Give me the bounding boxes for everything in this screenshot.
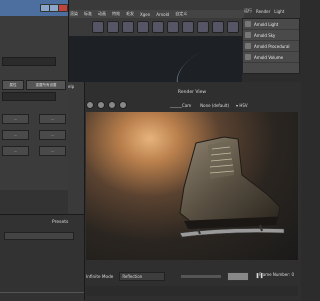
material-icon[interactable] [227,21,239,33]
menu-item-arnold-volume[interactable]: Arnold Volume [243,52,299,63]
arnold-light-menu: Arnold Light Arnold Sky Arnold Procedura… [242,18,300,74]
menu-item-label: Arnold Procedural [254,43,290,49]
grid-button[interactable]: … [2,114,29,124]
presets-label: Presets [52,220,69,225]
reset-all-button[interactable]: 重置所有设置 [26,80,66,90]
sky-icon [245,32,251,38]
volume-icon [245,54,251,60]
snapshot-icon[interactable] [108,101,116,109]
menu-item-arnold-procedural[interactable]: Arnold Procedural [243,41,299,52]
grid-button[interactable]: … [39,146,66,156]
divider [0,292,84,293]
render-footer [86,286,298,296]
cylinder-icon[interactable] [122,21,134,33]
sphere-icon[interactable] [92,21,104,33]
menu-item-label: Arnold Sky [254,32,276,38]
menu-label[interactable]: 运行 [244,8,252,14]
camera-icon[interactable] [152,21,164,33]
attr-button[interactable]: 属性 [2,80,24,90]
shelf-tab[interactable]: Xgen [140,12,150,17]
mode-dropdown[interactable]: Reflection [119,271,166,281]
menu-item-arnold-light[interactable]: Arnold Light [243,19,299,30]
dialog-grid: … … … … … … [2,114,66,162]
ipr-icon[interactable] [182,21,194,33]
presets-dropdown[interactable] [4,232,74,240]
presets-panel [0,214,84,301]
color-space-dropdown[interactable]: ▾ HSV [236,103,248,108]
shelf-tab[interactable]: 自定义 [175,11,187,17]
shelf-tabs: 渲染 标准 动画 特效 毛发 Xgen Arnold 自定义 [66,10,244,18]
zoom-icon[interactable] [119,101,127,109]
grid-button[interactable]: … [39,114,66,124]
render-icon[interactable] [167,21,179,33]
menu-item-arnold-sky[interactable]: Arnold Sky [243,30,299,41]
light-icon[interactable] [137,21,149,33]
refresh-icon[interactable] [86,101,94,109]
light-icon [245,21,251,27]
arnold-menu-header: 运行 Render Light [244,4,300,18]
render-view-title: Render View [177,90,207,95]
viewport-side-panel [68,82,84,214]
dialog-select[interactable] [2,92,56,101]
shelf-tab[interactable]: 标准 [84,11,92,17]
frame-number: Frame Number: 0 [259,272,294,277]
grid-button[interactable]: … [39,130,66,140]
shelf-tab[interactable]: 毛发 [126,11,134,17]
dialog-button-row: 属性 重置所有设置 [2,80,68,90]
grid-button[interactable]: … [2,146,29,156]
render-toolbar: ______Cam None (default) ▾ HSV [86,100,298,110]
display-dropdown[interactable]: None (default) [200,103,229,108]
shelf-tab[interactable]: 渲染 [70,11,78,17]
maya-viewport[interactable] [66,35,251,105]
mode-label: Infinite Mode [86,273,114,279]
menu-label[interactable]: Render [256,9,270,14]
shelf-tab[interactable]: 动画 [98,11,106,17]
cube-icon[interactable] [107,21,119,33]
procedural-icon [245,43,251,49]
shelf-tab[interactable]: Arnold [156,12,169,17]
render-button[interactable] [227,271,250,281]
menu-item-label: Arnold Volume [254,54,284,60]
shelf-tab[interactable]: 特效 [112,11,120,17]
menu-label[interactable]: Light [274,9,284,14]
exposure-slider[interactable] [181,274,222,278]
shelf-icons [92,20,242,34]
dialog-footer [0,190,68,214]
grid-button[interactable]: … [2,130,29,140]
render-region-icon[interactable] [97,101,105,109]
skate-render-image [179,136,285,238]
menu-item-label: Arnold Light [254,21,279,27]
hypershade-icon[interactable] [197,21,209,33]
dialog-dropdown[interactable] [2,57,56,66]
texture-icon[interactable] [212,21,224,33]
render-status-bar: Infinite Mode Reflection ❚❚ Frame Number… [86,270,298,282]
camera-dropdown[interactable]: ______Cam [170,103,191,108]
close-button[interactable] [58,4,68,12]
menu-help[interactable]: elp [68,84,74,89]
